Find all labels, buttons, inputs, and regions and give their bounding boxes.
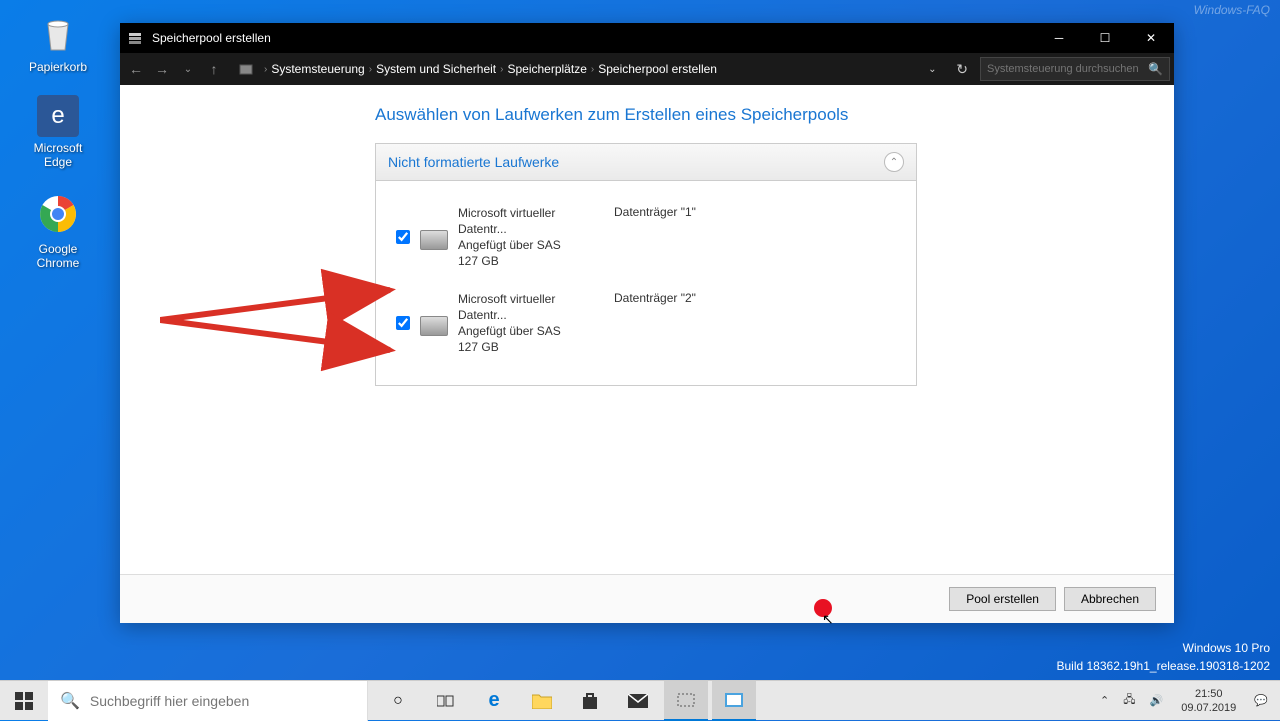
- time: 21:50: [1181, 687, 1236, 701]
- desktop-edge[interactable]: e Microsoft Edge: [20, 95, 96, 169]
- close-button[interactable]: ✕: [1128, 23, 1174, 53]
- storage-pool-window: Speicherpool erstellen ─ ☐ ✕ ← → ⌄ ↑ › S…: [120, 23, 1174, 623]
- breadcrumb-item[interactable]: System und Sicherheit: [376, 62, 496, 76]
- start-button[interactable]: [0, 681, 48, 721]
- up-button[interactable]: ↑: [202, 57, 226, 81]
- chrome-label: Google Chrome: [20, 242, 96, 270]
- content-area: Auswählen von Laufwerken zum Erstellen e…: [120, 85, 1174, 574]
- drive-panel: Nicht formatierte Laufwerke ⌃ Microsoft …: [375, 143, 917, 386]
- disk-icon: [420, 230, 448, 250]
- search-icon: 🔍: [60, 691, 80, 711]
- drive-item[interactable]: Microsoft virtueller Datentr... Angefügt…: [376, 197, 916, 283]
- taskbar: 🔍 ○ e ⌃ 🖧 🔊 21:50 09.07.2019 💬: [0, 680, 1280, 720]
- search-box[interactable]: 🔍: [980, 57, 1170, 81]
- drive-size: 127 GB: [458, 339, 598, 355]
- watermark-line1: Windows 10 Pro: [1056, 639, 1270, 657]
- drive-connection: Angefügt über SAS: [458, 323, 598, 339]
- window-title: Speicherpool erstellen: [152, 31, 1036, 45]
- panel-header: Nicht formatierte Laufwerke ⌃: [376, 144, 916, 181]
- app-icon: [128, 30, 144, 46]
- mail-taskbar-icon[interactable]: [616, 681, 660, 721]
- clock[interactable]: 21:50 09.07.2019: [1173, 687, 1244, 715]
- search-input[interactable]: [987, 63, 1148, 75]
- edge-taskbar-icon[interactable]: e: [472, 681, 516, 721]
- chrome-icon: [34, 190, 82, 238]
- watermark-line2: Build 18362.19h1_release.190318-1202: [1056, 657, 1270, 675]
- titlebar: Speicherpool erstellen ─ ☐ ✕: [120, 23, 1174, 53]
- drive-connection: Angefügt über SAS: [458, 237, 598, 253]
- snip-taskbar-icon[interactable]: [664, 681, 708, 721]
- edge-label: Microsoft Edge: [20, 141, 96, 169]
- taskbar-search-input[interactable]: [90, 693, 355, 709]
- notifications-icon[interactable]: 💬: [1250, 694, 1272, 707]
- date: 09.07.2019: [1181, 701, 1236, 715]
- systray: ⌃ 🖧 🔊 21:50 09.07.2019 💬: [1096, 687, 1280, 715]
- desktop-recycle-bin[interactable]: Papierkorb: [20, 8, 96, 74]
- drive-name: Microsoft virtueller Datentr...: [458, 205, 598, 237]
- footer: Pool erstellen Abbrechen: [120, 574, 1174, 623]
- network-icon[interactable]: 🖧: [1119, 691, 1139, 710]
- drive-checkbox[interactable]: [396, 230, 410, 244]
- breadcrumb-item[interactable]: Speicherplätze: [507, 62, 586, 76]
- disk-icon: [420, 316, 448, 336]
- navbar: ← → ⌄ ↑ › Systemsteuerung › System und S…: [120, 53, 1174, 85]
- search-icon: 🔍: [1148, 62, 1163, 76]
- watermark: Windows 10 Pro Build 18362.19h1_release.…: [1056, 639, 1270, 675]
- edge-icon: e: [37, 95, 79, 137]
- drive-item[interactable]: Microsoft virtueller Datentr... Angefügt…: [376, 283, 916, 369]
- location-icon: [234, 57, 258, 81]
- task-view-icon[interactable]: [424, 681, 468, 721]
- drive-list: Microsoft virtueller Datentr... Angefügt…: [376, 181, 916, 385]
- collapse-button[interactable]: ⌃: [884, 152, 904, 172]
- recycle-bin-label: Papierkorb: [20, 60, 96, 74]
- drive-disk-label: Datenträger "1": [614, 205, 696, 269]
- cortana-icon[interactable]: ○: [376, 681, 420, 721]
- refresh-button[interactable]: ↻: [950, 61, 974, 78]
- control-panel-taskbar-icon[interactable]: [712, 681, 756, 721]
- cancel-button[interactable]: Abbrechen: [1064, 587, 1156, 611]
- drive-size: 127 GB: [458, 253, 598, 269]
- page-heading: Auswählen von Laufwerken zum Erstellen e…: [375, 105, 1174, 125]
- forward-button[interactable]: →: [150, 57, 174, 81]
- drive-checkbox[interactable]: [396, 316, 410, 330]
- breadcrumb-item[interactable]: Systemsteuerung: [271, 62, 364, 76]
- back-button[interactable]: ←: [124, 57, 148, 81]
- breadcrumb-dropdown-icon[interactable]: ⌄: [920, 57, 944, 81]
- desktop-chrome[interactable]: Google Chrome: [20, 190, 96, 270]
- drive-name: Microsoft virtueller Datentr...: [458, 291, 598, 323]
- breadcrumb: › Systemsteuerung › System und Sicherhei…: [264, 62, 918, 76]
- taskbar-search[interactable]: 🔍: [48, 681, 368, 721]
- breadcrumb-item[interactable]: Speicherpool erstellen: [598, 62, 717, 76]
- drive-disk-label: Datenträger "2": [614, 291, 696, 355]
- panel-title: Nicht formatierte Laufwerke: [388, 154, 559, 170]
- maximize-button[interactable]: ☐: [1082, 23, 1128, 53]
- store-taskbar-icon[interactable]: [568, 681, 612, 721]
- minimize-button[interactable]: ─: [1036, 23, 1082, 53]
- volume-icon[interactable]: 🔊: [1146, 694, 1168, 707]
- systray-expand-icon[interactable]: ⌃: [1096, 694, 1113, 707]
- dropdown-nav-button[interactable]: ⌄: [176, 57, 200, 81]
- explorer-taskbar-icon[interactable]: [520, 681, 564, 721]
- watermark-top: Windows-FAQ: [1194, 3, 1270, 17]
- recycle-bin-icon: [34, 8, 82, 56]
- create-pool-button[interactable]: Pool erstellen: [949, 587, 1056, 611]
